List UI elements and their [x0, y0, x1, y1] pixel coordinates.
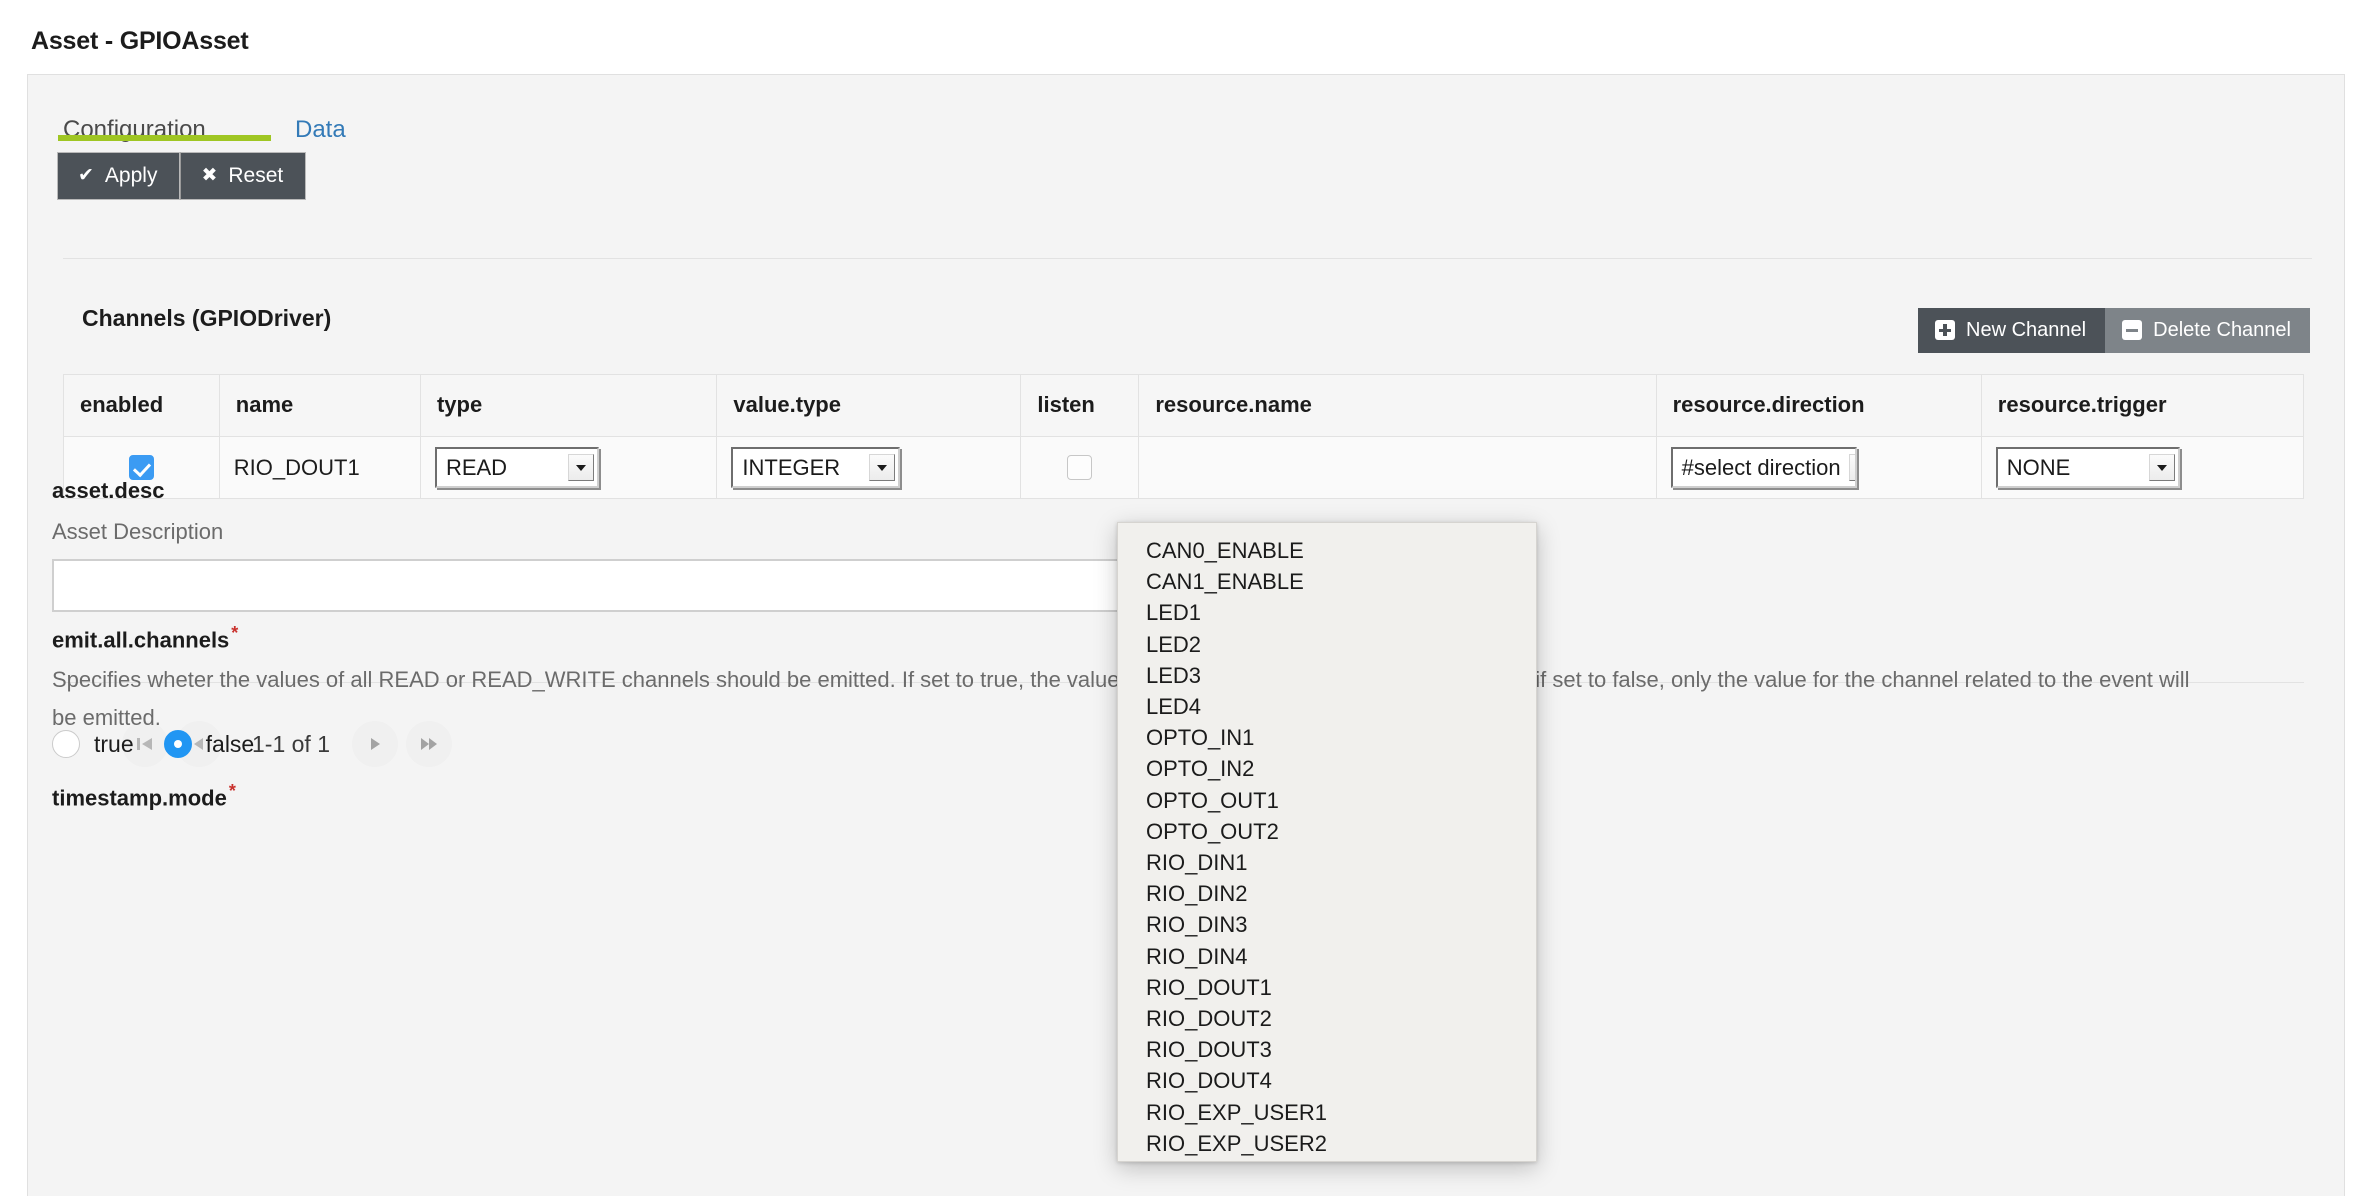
- dropdown-option[interactable]: OPTO_OUT1: [1118, 785, 1536, 816]
- dropdown-option[interactable]: OPTO_IN2: [1118, 753, 1536, 784]
- type-select-value: READ: [446, 455, 507, 481]
- plus-square-icon: [1935, 320, 1955, 340]
- cell-resource-trigger: NONE: [1981, 437, 2303, 499]
- dropdown-option[interactable]: RIO_DIN2: [1118, 878, 1536, 909]
- reset-button[interactable]: ✖ Reset: [180, 152, 306, 200]
- page-header: Asset - GPIOAsset: [0, 0, 2372, 73]
- resource-trigger-select[interactable]: NONE: [1996, 447, 2180, 488]
- resource-direction-select[interactable]: #select direction: [1671, 447, 1857, 488]
- dropdown-option[interactable]: RIO_DIN4: [1118, 941, 1536, 972]
- delete-channel-label: Delete Channel: [2153, 320, 2291, 340]
- channels-table: enabled name type value.type listen reso…: [63, 374, 2304, 499]
- timestamp-mode-label-text: timestamp.mode: [52, 785, 227, 810]
- apply-button[interactable]: ✔ Apply: [57, 152, 180, 200]
- dropdown-option[interactable]: RIO_DOUT1: [1118, 972, 1536, 1003]
- emit-all-channels-radio-group: true false: [52, 730, 284, 758]
- required-marker: *: [231, 623, 238, 643]
- toolbar-divider: [63, 258, 2312, 259]
- new-channel-label: New Channel: [1966, 320, 2086, 340]
- cell-resource-name: [1139, 437, 1656, 499]
- column-header-enabled[interactable]: enabled: [64, 375, 220, 437]
- chevron-down-icon: [2149, 454, 2175, 481]
- radio-false-label: false: [206, 731, 255, 758]
- resource-name-dropdown-list[interactable]: CAN0_ENABLE CAN1_ENABLE LED1 LED2 LED3 L…: [1117, 522, 1537, 1162]
- dropdown-option[interactable]: RIO_DIN3: [1118, 909, 1536, 940]
- column-header-value-type[interactable]: value.type: [717, 375, 1021, 437]
- tab-bar: Configuration Data: [28, 113, 2344, 171]
- page-root: Asset - GPIOAsset Configuration Data ✔ A…: [0, 0, 2372, 1196]
- value-type-select[interactable]: INTEGER: [731, 447, 900, 488]
- column-header-name[interactable]: name: [219, 375, 420, 437]
- radio-true-label: true: [94, 731, 134, 758]
- cell-resource-direction: #select direction: [1656, 437, 1981, 499]
- column-header-listen[interactable]: listen: [1021, 375, 1139, 437]
- dropdown-option[interactable]: LED4: [1118, 691, 1536, 722]
- new-channel-button[interactable]: New Channel: [1918, 308, 2105, 353]
- cell-listen: [1021, 437, 1139, 499]
- dropdown-option[interactable]: RIO_DOUT2: [1118, 1003, 1536, 1034]
- dropdown-option[interactable]: RIO_DIN1: [1118, 847, 1536, 878]
- apply-button-label: Apply: [105, 165, 158, 186]
- emit-all-channels-label-text: emit.all.channels: [52, 627, 229, 652]
- value-type-select-value: INTEGER: [742, 455, 840, 481]
- cross-icon: ✖: [201, 166, 217, 185]
- radio-false[interactable]: [164, 730, 192, 758]
- dropdown-option[interactable]: CAN0_ENABLE: [1118, 535, 1536, 566]
- column-header-resource-trigger[interactable]: resource.trigger: [1981, 375, 2303, 437]
- radio-true[interactable]: [52, 730, 80, 758]
- chevron-down-icon: [869, 454, 895, 481]
- delete-channel-button[interactable]: Delete Channel: [2105, 308, 2310, 353]
- channel-name-value: RIO_DOUT1: [234, 455, 360, 480]
- dropdown-option[interactable]: CAN1_ENABLE: [1118, 566, 1536, 597]
- cell-value-type: INTEGER: [717, 437, 1021, 499]
- column-header-resource-direction[interactable]: resource.direction: [1656, 375, 1981, 437]
- table-row: RIO_DOUT1 READ INTEGER: [64, 437, 2304, 499]
- column-header-resource-name[interactable]: resource.name: [1139, 375, 1656, 437]
- page-title: Asset - GPIOAsset: [31, 27, 249, 56]
- resource-trigger-select-value: NONE: [2007, 455, 2071, 481]
- cell-name: RIO_DOUT1: [219, 437, 420, 499]
- reset-button-label: Reset: [228, 165, 283, 186]
- dropdown-option[interactable]: RIO_DOUT3: [1118, 1034, 1536, 1065]
- channel-action-buttons: New Channel Delete Channel: [1918, 308, 2310, 353]
- column-header-type[interactable]: type: [420, 375, 716, 437]
- dropdown-option[interactable]: OPTO_IN1: [1118, 722, 1536, 753]
- cell-type: READ: [420, 437, 716, 499]
- dropdown-option[interactable]: LED3: [1118, 660, 1536, 691]
- dropdown-option[interactable]: RIO_EXP_USER2: [1118, 1128, 1536, 1159]
- asset-desc-sublabel: Asset Description: [52, 519, 223, 545]
- required-marker: *: [229, 781, 236, 801]
- channels-section-title: Channels (GPIODriver): [82, 305, 331, 332]
- active-tab-indicator: [58, 135, 271, 141]
- check-icon: ✔: [78, 166, 94, 185]
- listen-checkbox[interactable]: [1067, 455, 1092, 480]
- dropdown-option[interactable]: LED1: [1118, 597, 1536, 628]
- timestamp-mode-label: timestamp.mode*: [52, 781, 236, 811]
- tab-data[interactable]: Data: [295, 113, 346, 147]
- form-action-buttons: ✔ Apply ✖ Reset: [57, 152, 306, 200]
- dropdown-option[interactable]: RIO_EXP_USER1: [1118, 1097, 1536, 1128]
- tab-configuration[interactable]: Configuration: [63, 113, 206, 147]
- table-header-row: enabled name type value.type listen reso…: [64, 375, 2304, 437]
- type-select[interactable]: READ: [435, 447, 599, 488]
- dropdown-option[interactable]: LED2: [1118, 629, 1536, 660]
- minus-square-icon: [2122, 320, 2142, 340]
- chevron-down-icon: [1849, 454, 1857, 481]
- enabled-checkbox[interactable]: [129, 455, 154, 480]
- chevron-down-icon: [568, 454, 594, 481]
- dropdown-option[interactable]: OPTO_OUT2: [1118, 816, 1536, 847]
- emit-all-channels-label: emit.all.channels*: [52, 623, 238, 653]
- asset-desc-label: asset.desc: [52, 478, 165, 504]
- dropdown-option[interactable]: RIO_DOUT4: [1118, 1065, 1536, 1096]
- resource-direction-select-value: #select direction: [1682, 455, 1841, 481]
